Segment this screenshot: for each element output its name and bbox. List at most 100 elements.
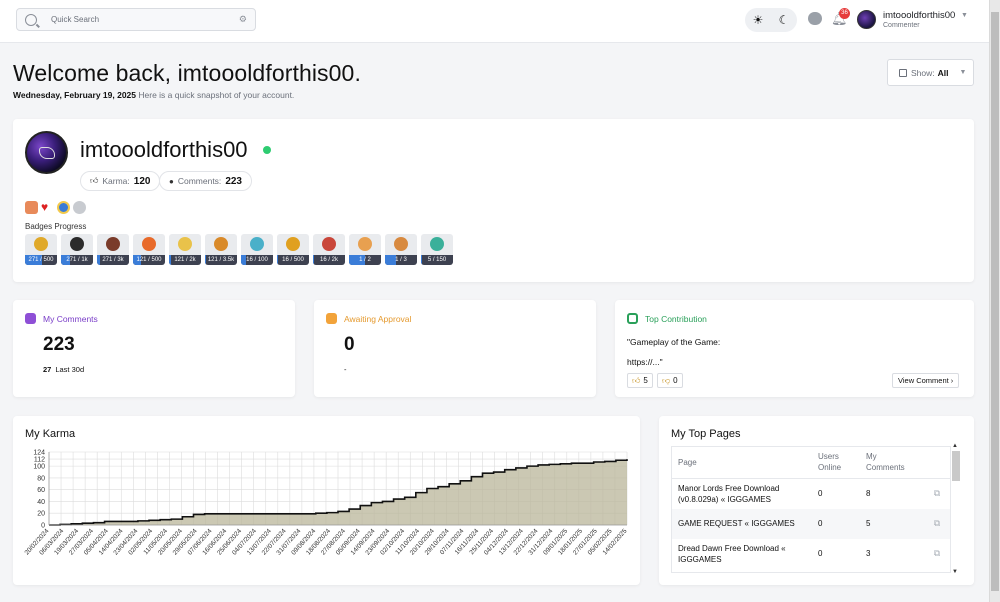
search-input[interactable]: Quick Search (51, 15, 239, 24)
badge-medal-icon[interactable]: 271 / 500 (25, 234, 57, 265)
badge-paw-icon[interactable]: 16 / 500 (277, 234, 309, 265)
badge-progress-text: 121 / 500 (136, 257, 162, 263)
badge-progress-text: 121 / 3.5k (207, 257, 235, 263)
thumbs-up-icon: 👍︎ (90, 176, 99, 185)
page-scroll-thumb[interactable] (991, 12, 999, 591)
page-name[interactable]: Dread Dawn Free Download « IGGGAMES (672, 539, 812, 569)
downvote-button[interactable]: 👎︎ 0 (657, 373, 683, 388)
y-tick-label: 40 (37, 499, 45, 506)
profile-card: imtoooldforthis00 👍︎ Karma: 120 ● Commen… (13, 119, 974, 282)
upvote-button[interactable]: 👍︎ 5 (627, 373, 653, 388)
badge-group-icon[interactable]: 16 / 2k (313, 234, 345, 265)
external-link-icon[interactable]: ⧉ (922, 539, 950, 569)
badge-crown-icon[interactable]: 1 / 3 (385, 234, 417, 265)
cake-icon[interactable] (25, 201, 38, 214)
table-row[interactable]: Dread Dawn Free Download « IGGGAMES 0 3 … (672, 539, 950, 569)
scroll-up-icon[interactable]: ▲ (952, 443, 958, 449)
bulb-icon (430, 237, 444, 251)
col-actions (922, 447, 950, 479)
avatar[interactable] (857, 10, 876, 29)
badge-progress-text: 5 / 150 (427, 257, 447, 263)
user-role: Commenter (883, 22, 920, 29)
sun-icon[interactable]: ☀ (753, 13, 764, 27)
tie-icon (70, 237, 84, 251)
my-comments-count: 3 (866, 549, 871, 558)
theme-toggle[interactable]: ☀ ☾ (745, 8, 797, 32)
comments-label: Comments: (177, 176, 222, 186)
badge-progress-text: 1 / 2 (359, 257, 371, 263)
table-row[interactable]: Manor Lords Free Download (v0.8.029a) « … (672, 478, 950, 509)
external-link-icon[interactable]: ⧉ (922, 508, 950, 539)
badge-heart-icon[interactable]: 121 / 500 (133, 234, 165, 265)
karma-chart-card: My Karma 0 20 40 60 80 100 112 124 20/02/2024 06/… (13, 416, 640, 585)
quote-line-2[interactable]: https://..." (627, 352, 827, 372)
user-badge-icon[interactable] (73, 201, 86, 214)
badge-bulb-icon[interactable]: 5 / 150 (421, 234, 453, 265)
current-date: Wednesday, February 19, 2025 (13, 90, 136, 100)
chevron-down-icon[interactable]: ▼ (961, 12, 968, 19)
my-comments-card: My Comments 223 27 Last 30d (13, 300, 295, 397)
top-contribution-title: Top Contribution (645, 313, 707, 324)
comments-pill: ● Comments: 223 (159, 171, 252, 191)
scroll-down-icon[interactable]: ▼ (952, 569, 958, 575)
downvote-count: 0 (673, 376, 678, 385)
medal-icon (34, 237, 48, 251)
badge-progress-bar: 121 / 500 (133, 255, 165, 265)
karma-label: Karma: (102, 176, 130, 186)
show-filter-button[interactable]: Show: All ▼ (887, 59, 974, 86)
calendar-icon (326, 313, 337, 324)
recent-comments-label: Last 30d (55, 365, 85, 374)
table-scroll-thumb[interactable] (952, 451, 960, 481)
show-label: Show: (911, 67, 935, 78)
badge-progress-bar: 16 / 2k (313, 255, 345, 265)
badge-trophy-icon[interactable]: 1 / 2 (349, 234, 381, 265)
table-scrollbar[interactable]: ▲ ▼ (952, 443, 960, 575)
badge-progress-bar: 271 / 3k (97, 255, 129, 265)
karma-chart: 02040608010011212420/02/202406/03/202419… (24, 450, 629, 557)
date-line: Wednesday, February 19, 2025 Here is a q… (13, 90, 294, 100)
top-contribution-card: Top Contribution "Gameplay of the Game: … (615, 300, 974, 397)
heart-icon[interactable]: ♥ (41, 201, 54, 214)
quote-line-1: "Gameplay of the Game: (627, 337, 721, 347)
quick-search-box[interactable]: Quick Search ⚙ (16, 8, 256, 31)
badge-progress-bar: 5 / 150 (421, 255, 453, 265)
my-comments-title[interactable]: My Comments (43, 314, 98, 324)
badge-progress-text: 16 / 2k (319, 257, 338, 263)
filter-icon[interactable]: ⚙ (239, 14, 247, 25)
globe-badge-icon[interactable] (57, 201, 70, 214)
badge-sunglasses-icon[interactable]: 121 / 2k (169, 234, 201, 265)
badge-chat-badge-icon[interactable]: 16 / 100 (241, 234, 273, 265)
badge-progress-bar: 121 / 3.5k (205, 255, 237, 265)
badge-ball-icon[interactable]: 271 / 3k (97, 234, 129, 265)
top-pages-table-wrap: Page Users Online My Comments Manor Lord… (671, 446, 951, 573)
trophy-icon (358, 237, 372, 251)
view-comment-button[interactable]: View Comment › (892, 373, 960, 388)
badge-progress-text: 1 / 3 (395, 257, 407, 263)
table-header-row: Page Users Online My Comments (672, 447, 950, 479)
top-pages-title: My Top Pages (671, 428, 741, 440)
badge-progress-bar: 16 / 100 (241, 255, 273, 265)
page-scrollbar[interactable] (989, 0, 1000, 602)
karma-value: 120 (133, 175, 151, 187)
thumbs-down-icon: 👎︎ (662, 375, 671, 385)
users-online: 0 (812, 508, 860, 539)
page-name[interactable]: Manor Lords Free Download (v0.8.029a) « … (672, 478, 812, 509)
chevron-down-icon: ▼ (959, 69, 967, 76)
awaiting-title[interactable]: Awaiting Approval (344, 314, 411, 324)
comments-value: 223 (225, 175, 242, 187)
badge-progress-text: 121 / 2k (174, 257, 196, 263)
external-link-icon[interactable]: ⧉ (922, 478, 950, 509)
moon-icon[interactable]: ☾ (779, 13, 790, 27)
notification-badge: 36 (839, 8, 850, 19)
page-title: Welcome back, imtoooldforthis00. (13, 60, 361, 86)
badge-progress-text: 16 / 500 (282, 257, 304, 263)
award-icon (627, 313, 638, 324)
user-menu[interactable]: imtoooldforthis00 Commenter (883, 10, 955, 29)
table-row[interactable]: GAME REQUEST « IGGGAMES 0 5 ⧉ (672, 508, 950, 539)
col-my-comments: My Comments (860, 447, 922, 479)
chat-icon[interactable] (808, 12, 822, 25)
badge-tie-icon[interactable]: 271 / 1k (61, 234, 93, 265)
page-name[interactable]: GAME REQUEST « IGGGAMES (672, 508, 812, 539)
badge-sun-badge-icon[interactable]: 121 / 3.5k (205, 234, 237, 265)
crown-icon (394, 237, 408, 251)
